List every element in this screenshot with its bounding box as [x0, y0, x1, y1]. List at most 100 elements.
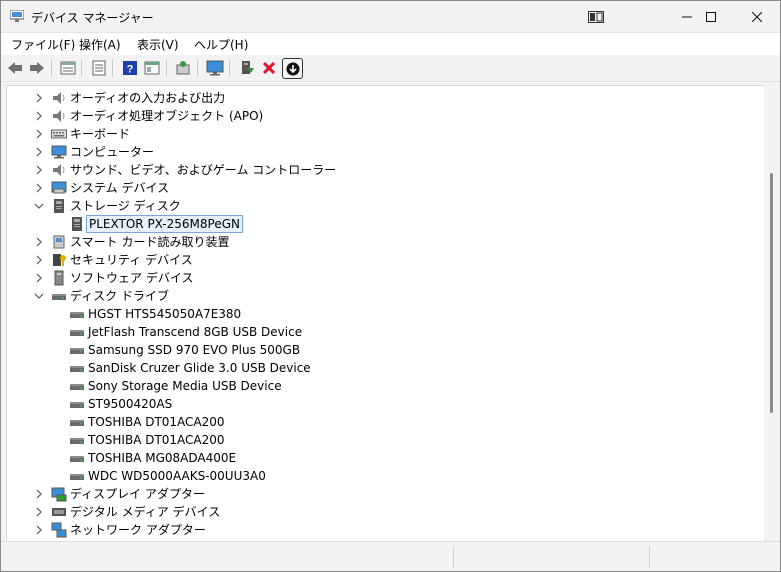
download-driver-icon — [286, 62, 299, 75]
tree-category-row[interactable]: キーボード — [7, 125, 757, 143]
tree-category-row[interactable]: コンピューター — [7, 143, 757, 161]
tree-item-label: ストレージ ディスク — [70, 199, 181, 213]
tree-device-row[interactable]: TOSHIBA DT01ACA200 — [7, 431, 757, 449]
close-button[interactable] — [734, 1, 780, 32]
menu-bar: ファイル(F) 操作(A) 表示(V) ヘルプ(H) — [1, 32, 780, 56]
view-icon — [144, 61, 160, 75]
tree-device-row[interactable]: WDC WD5000AAKS-00UU3A0 — [7, 467, 757, 485]
tree-category-row[interactable]: ネットワーク アダプター — [7, 521, 757, 539]
tree-item-label: ST9500420AS — [88, 397, 173, 411]
chevron-right-icon[interactable] — [33, 182, 45, 194]
chevron-right-icon[interactable] — [33, 164, 45, 176]
chevron-right-icon[interactable] — [33, 128, 45, 140]
device-manager-window: デバイス マネージャー ファイル(F) 操作(A) 表示(V) ヘルプ(H) ?… — [0, 0, 781, 572]
forward-button[interactable] — [27, 58, 47, 78]
disk-drive-icon — [69, 324, 85, 340]
tree-category-row[interactable]: ディスク ドライブ — [7, 287, 757, 305]
chevron-right-icon[interactable] — [33, 92, 45, 104]
uninstall-device-button[interactable] — [259, 58, 279, 78]
toolbar-separator — [166, 59, 167, 77]
computer-icon — [51, 144, 67, 160]
tree-category-row[interactable]: ディスプレイ アダプター — [7, 485, 757, 503]
update-list-icon — [92, 60, 106, 76]
toolbar-separator — [51, 59, 52, 77]
tree-device-row[interactable]: ST9500420AS — [7, 395, 757, 413]
tree-device-row[interactable]: TOSHIBA MG08ADA400E — [7, 449, 757, 467]
tree-item-label: SanDisk Cruzer Glide 3.0 USB Device — [88, 361, 311, 375]
selected-device-label: PLEXTOR PX-256M8PeGN — [86, 215, 243, 233]
disk-drive-icon — [69, 396, 85, 412]
tree-item-label: TOSHIBA DT01ACA200 — [88, 433, 225, 447]
tree-category-row[interactable]: デジタル メディア デバイス — [7, 503, 757, 521]
disk-drive-icon — [69, 360, 85, 376]
disk-drive-icon — [69, 432, 85, 448]
menu-help[interactable]: ヘルプ(H) — [194, 36, 248, 53]
chevron-right-icon[interactable] — [33, 488, 45, 500]
tree-item-label: オーディオの入力および出力 — [70, 91, 226, 105]
enable-device-icon — [242, 61, 254, 74]
tree-category-row[interactable]: ソフトウェア デバイス — [7, 269, 757, 287]
toolbar-separator — [229, 59, 230, 77]
tree-item-label: ソフトウェア デバイス — [70, 271, 194, 285]
tree-device-row[interactable]: SanDisk Cruzer Glide 3.0 USB Device — [7, 359, 757, 377]
chevron-right-icon[interactable] — [33, 272, 45, 284]
chevron-right-icon[interactable] — [33, 236, 45, 248]
tree-category-row[interactable]: システム デバイス — [7, 179, 757, 197]
snap-layout-button[interactable] — [573, 1, 619, 32]
enable-device-button[interactable] — [237, 58, 257, 78]
tree-category-row[interactable]: スマート カード読み取り装置 — [7, 233, 757, 251]
maximize-button[interactable] — [688, 1, 734, 32]
back-button[interactable] — [5, 58, 25, 78]
disk-drive-icon — [69, 378, 85, 394]
tree-device-row[interactable]: TOSHIBA DT01ACA200 — [7, 413, 757, 431]
device-tree[interactable]: オーディオの入力および出力オーディオ処理オブジェクト (APO) キーボード コンピ… — [6, 85, 766, 542]
chevron-right-icon[interactable] — [33, 254, 45, 266]
device-manager-app-icon — [10, 10, 24, 22]
tree-category-row[interactable]: ストレージ ディスク — [7, 197, 757, 215]
tree-category-row[interactable]: サウンド、ビデオ、およびゲーム コントローラー — [7, 161, 757, 179]
monitor-button[interactable] — [205, 58, 225, 78]
properties-button[interactable] — [58, 58, 78, 78]
chevron-right-icon[interactable] — [33, 506, 45, 518]
tree-category-row[interactable]: オーディオの入力および出力 — [7, 89, 757, 107]
menu-view[interactable]: 表示(V) — [137, 36, 179, 53]
tree-item-label: Sony Storage Media USB Device — [88, 379, 282, 393]
update-driver-button[interactable] — [282, 58, 303, 79]
vertical-scrollbar[interactable] — [764, 85, 778, 540]
scan-hardware-button[interactable] — [173, 58, 193, 78]
toolbar-separator — [81, 59, 82, 77]
tree-device-row[interactable]: Sony Storage Media USB Device — [7, 377, 757, 395]
toolbar-separator — [112, 59, 113, 77]
tree-device-row[interactable]: Samsung SSD 970 EVO Plus 500GB — [7, 341, 757, 359]
tree-item-label: スマート カード読み取り装置 — [70, 235, 230, 249]
speaker-icon — [51, 108, 67, 124]
view-button[interactable] — [142, 58, 162, 78]
network-adapter-icon — [51, 522, 67, 538]
chevron-right-icon[interactable] — [33, 146, 45, 158]
disk-drive-icon — [69, 306, 85, 322]
tree-device-row[interactable]: JetFlash Transcend 8GB USB Device — [7, 323, 757, 341]
monitor-icon — [206, 60, 224, 76]
tree-item-label: セキュリティ デバイス — [70, 253, 193, 267]
chevron-right-icon[interactable] — [33, 524, 45, 536]
chevron-down-icon[interactable] — [33, 200, 45, 212]
tree-category-row[interactable]: オーディオ処理オブジェクト (APO) — [7, 107, 757, 125]
window-title: デバイス マネージャー — [31, 11, 154, 25]
svg-text:?: ? — [127, 64, 134, 76]
update-list-button[interactable] — [89, 58, 109, 78]
smartcard-reader-icon — [51, 234, 67, 250]
tree-device-row[interactable]: HGST HTS545050A7E380 — [7, 305, 757, 323]
help-button[interactable]: ? — [120, 58, 140, 78]
speaker-icon — [51, 162, 67, 178]
menu-action[interactable]: 操作(A) — [79, 36, 121, 53]
maximize-icon — [706, 11, 716, 22]
chevron-down-icon[interactable] — [33, 290, 45, 302]
menu-file[interactable]: ファイル(F) — [11, 36, 75, 53]
tree-category-row[interactable]: セキュリティ デバイス — [7, 251, 757, 269]
title-bar[interactable]: デバイス マネージャー — [1, 1, 780, 32]
disk-drive-icon — [69, 450, 85, 466]
tree-item-label: HGST HTS545050A7E380 — [88, 307, 242, 321]
tree-device-row[interactable]: PLEXTOR PX-256M8PeGN — [7, 215, 757, 233]
scrollbar-thumb[interactable] — [770, 173, 773, 413]
chevron-right-icon[interactable] — [33, 110, 45, 122]
